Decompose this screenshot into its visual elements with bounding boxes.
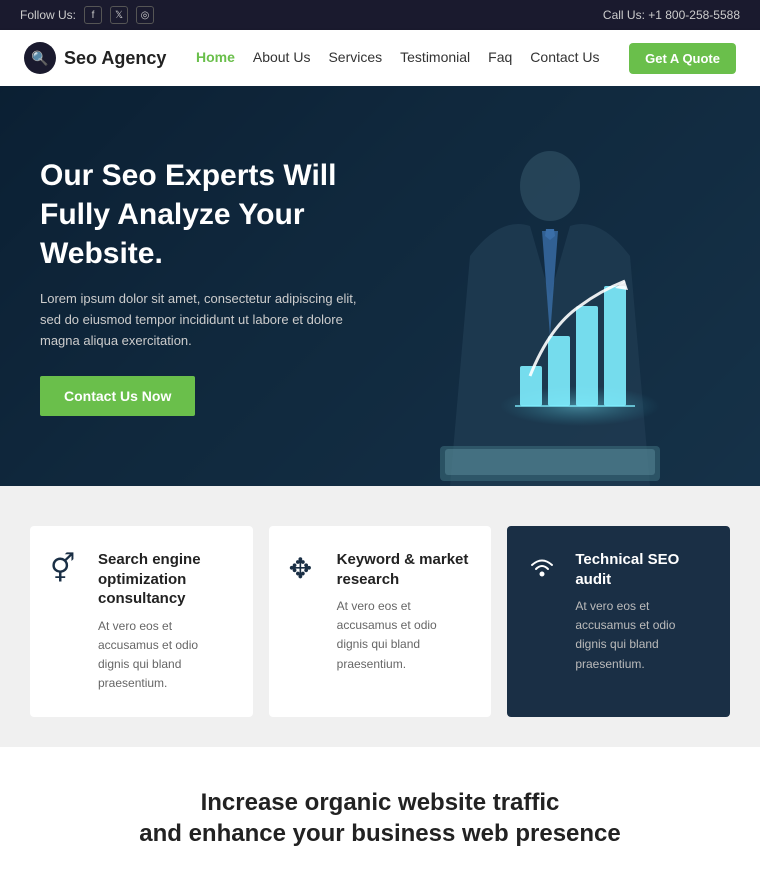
nav-about[interactable]: About Us: [253, 49, 311, 65]
instagram-icon[interactable]: ◎: [136, 6, 154, 24]
card-title-2: Keyword & market research: [337, 550, 472, 589]
services-section: ⚥ Search engine optimization consultancy…: [0, 486, 760, 747]
card-text-3: At vero eos et accusamus et odio dignis …: [575, 597, 710, 674]
service-card-seo: ⚥ Search engine optimization consultancy…: [30, 526, 253, 717]
card-header-1: ⚥ Search engine optimization consultancy: [50, 550, 233, 609]
card-header-3: Technical SEO audit: [527, 550, 710, 589]
nav-faq[interactable]: Faq: [488, 49, 512, 65]
service-card-keyword: ✥ Keyword & market research At vero eos …: [269, 526, 492, 717]
card-text-2: At vero eos et accusamus et odio dignis …: [337, 597, 472, 674]
services-grid: ⚥ Search engine optimization consultancy…: [30, 526, 730, 717]
card-title-1: Search engine optimization consultancy: [98, 550, 233, 609]
nav-contact[interactable]: Contact Us: [530, 49, 599, 65]
teaser-headline: Increase organic website traffic and enh…: [30, 787, 730, 849]
facebook-icon[interactable]: f: [84, 6, 102, 24]
teaser-section: Increase organic website traffic and enh…: [0, 747, 760, 869]
top-bar: Follow Us: f 𝕏 ◎ Call Us: +1 800-258-558…: [0, 0, 760, 30]
card-header-2: ✥ Keyword & market research: [289, 550, 472, 589]
service-card-audit: Technical SEO audit At vero eos et accus…: [507, 526, 730, 717]
contact-now-button[interactable]: Contact Us Now: [40, 376, 195, 416]
nav-testimonial[interactable]: Testimonial: [400, 49, 470, 65]
logo-icon: 🔍: [24, 42, 56, 74]
move-icon: ✥: [289, 552, 325, 585]
card-text-1: At vero eos et accusamus et odio dignis …: [98, 617, 233, 694]
get-quote-button[interactable]: Get A Quote: [629, 43, 736, 74]
gender-icon: ⚥: [50, 552, 86, 585]
follow-label: Follow Us:: [20, 8, 76, 22]
nav-links: Home About Us Services Testimonial Faq C…: [196, 49, 600, 67]
hero-section: Our Seo Experts Will Fully Analyze Your …: [0, 86, 760, 486]
wifi-icon: [527, 552, 563, 589]
logo-text: Seo Agency: [64, 48, 166, 69]
twitter-icon[interactable]: 𝕏: [110, 6, 128, 24]
hero-content: Our Seo Experts Will Fully Analyze Your …: [0, 86, 760, 486]
logo: 🔍 Seo Agency: [24, 42, 166, 74]
nav-home[interactable]: Home: [196, 49, 235, 65]
card-title-3: Technical SEO audit: [575, 550, 710, 589]
navbar: 🔍 Seo Agency Home About Us Services Test…: [0, 30, 760, 86]
hero-body: Lorem ipsum dolor sit amet, consectetur …: [40, 289, 380, 351]
nav-services[interactable]: Services: [328, 49, 382, 65]
hero-headline: Our Seo Experts Will Fully Analyze Your …: [40, 156, 400, 273]
call-us: Call Us: +1 800-258-5588: [603, 8, 740, 22]
follow-us: Follow Us: f 𝕏 ◎: [20, 6, 154, 24]
